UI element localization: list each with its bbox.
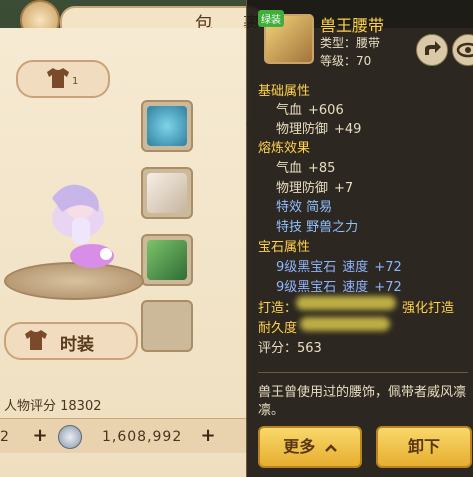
craft-value: 强化打造 (402, 301, 455, 316)
gem-title: 宝石属性 (258, 240, 311, 255)
refine-title: 熔炼效果 (258, 141, 311, 156)
item-score: 评分：563 (258, 341, 322, 356)
share-button[interactable] (416, 34, 448, 66)
more-label: 更多 (283, 437, 316, 456)
item-description: 兽王曾使用过的腰饰，佩带者威风凛凛。 (258, 385, 467, 418)
refine-attr-row: 气血 +85 (276, 161, 336, 176)
special-effect: 特效 简易 (276, 200, 333, 215)
necklace-icon (147, 106, 187, 146)
silver-coin-icon (58, 425, 82, 449)
character-avatar (52, 184, 114, 268)
outfit-tab-number: 1 (72, 76, 79, 87)
item-type: 类型：腰带 (320, 36, 381, 50)
divider (258, 372, 468, 373)
boots-icon (147, 240, 187, 280)
outfit-tab[interactable]: 1 (16, 60, 110, 98)
gem-row: 9级黑宝石 速度 +72 (276, 260, 402, 275)
add-money-icon[interactable]: + (200, 427, 216, 445)
item-quality-badge: 绿装 (258, 10, 284, 27)
durability-label: 耐久度 (258, 321, 298, 336)
share-icon (425, 41, 441, 55)
equip-slot-armor[interactable] (141, 167, 193, 219)
character-score: 人物评分 18302 (4, 399, 102, 414)
money-amount: 1,608,992 (102, 429, 183, 445)
shirt-icon (47, 68, 69, 88)
unequip-button[interactable]: 卸下 (376, 426, 472, 468)
fashion-label: 时装 (60, 335, 94, 355)
eye-icon (456, 42, 473, 58)
equip-slot-necklace[interactable] (141, 100, 193, 152)
redacted-durability (300, 317, 390, 331)
fashion-button[interactable]: 时装 (4, 322, 138, 360)
craft-label: 打造： (258, 301, 298, 316)
chevron-up-icon (324, 443, 337, 452)
currency-bar: 2 + 1,608,992 + (0, 418, 250, 453)
add-currency-icon[interactable]: + (32, 427, 48, 445)
equip-slot-empty[interactable] (141, 300, 193, 352)
item-name: 兽王腰带 (320, 16, 385, 35)
equip-slot-boots[interactable] (141, 234, 193, 286)
armor-icon (147, 173, 187, 213)
base-attr-row: 物理防御 +49 (276, 122, 362, 137)
base-attr-title: 基础属性 (258, 84, 311, 99)
gem-row: 9级黑宝石 速度 +72 (276, 280, 402, 295)
refine-attr-row: 物理防御 +7 (276, 181, 354, 196)
base-attr-row: 气血 +606 (276, 103, 344, 118)
item-level: 等级：70 (320, 54, 372, 68)
shirt-icon (25, 330, 47, 350)
more-button[interactable]: 更多 (258, 426, 362, 468)
currency-left-value: 2 (0, 429, 9, 445)
special-skill: 特技 野兽之力 (276, 220, 359, 235)
view-button[interactable] (452, 34, 473, 66)
redacted-crafter (296, 296, 396, 310)
